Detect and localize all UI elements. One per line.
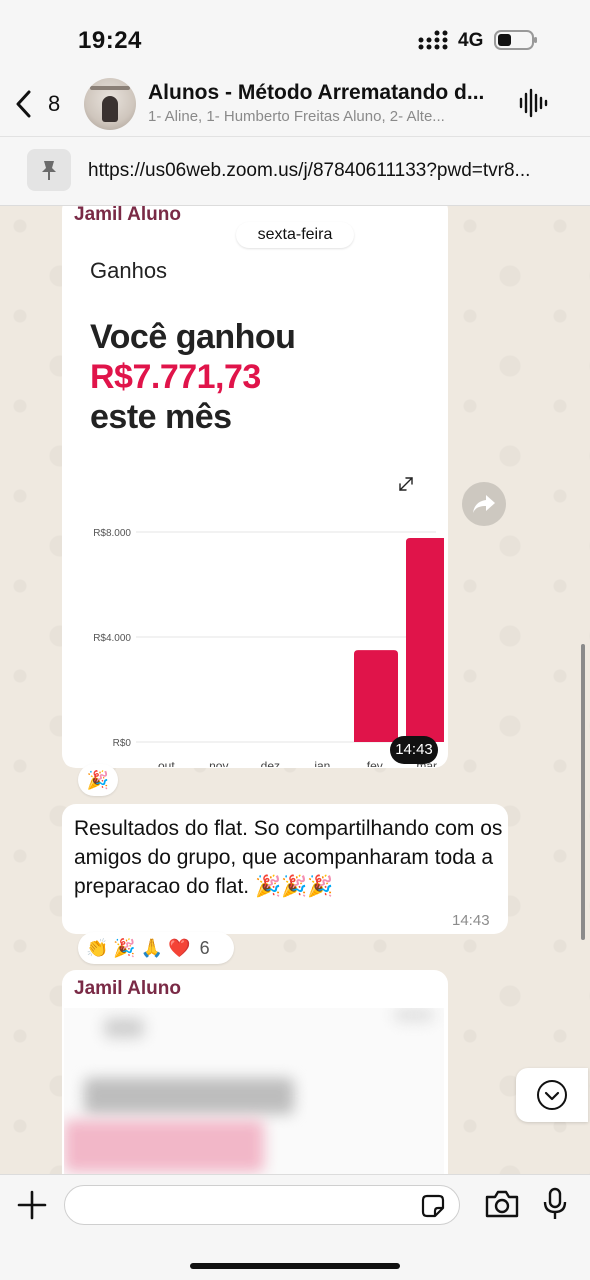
group-avatar[interactable] bbox=[84, 78, 136, 130]
x-tick-label: nov. bbox=[209, 759, 231, 767]
image-time: 14:43 bbox=[395, 741, 433, 758]
chat-area[interactable]: Jamil Aluno Ganhos Você ganhou R$7.771,7… bbox=[0, 206, 590, 1174]
y-tick-label: R$0 bbox=[113, 738, 132, 749]
earnings-line-1: Você ganhou bbox=[90, 318, 296, 356]
earnings-bar-chart: R$0R$4.000R$8.000out.nov.dez.jan.fev.mar… bbox=[93, 528, 444, 767]
chat-subtitle[interactable]: 1- Aline, 1- Humberto Freitas Aluno, 2- … bbox=[148, 108, 496, 125]
blurred-image[interactable] bbox=[64, 1008, 444, 1174]
message-input[interactable] bbox=[64, 1185, 460, 1225]
x-tick-label: dez. bbox=[261, 759, 284, 767]
chevron-down-icon bbox=[537, 1080, 567, 1110]
pin-icon bbox=[42, 161, 56, 180]
expand-icon[interactable] bbox=[398, 476, 414, 492]
unread-count: 8 bbox=[48, 91, 61, 116]
earnings-screenshot[interactable]: Ganhos Você ganhou R$7.771,73 este mês R… bbox=[64, 222, 444, 767]
home-indicator bbox=[190, 1263, 400, 1269]
chart-bar bbox=[406, 537, 444, 742]
camera-icon[interactable] bbox=[484, 1189, 520, 1219]
image-reaction[interactable]: 🎉 bbox=[78, 764, 118, 796]
image-time-chip: 14:43 bbox=[390, 736, 438, 764]
earnings-amount: R$7.771,73 bbox=[90, 358, 261, 396]
reaction-count: 6 bbox=[199, 938, 210, 958]
status-bar: 19:24 4G bbox=[0, 0, 590, 80]
earnings-title: Ganhos bbox=[90, 258, 168, 283]
network-label: 4G bbox=[458, 30, 484, 51]
chat-scrollbar[interactable] bbox=[581, 644, 585, 940]
date-chip: sexta-feira bbox=[236, 222, 354, 248]
reaction-emojis: 👏 🎉 🙏 ❤️ bbox=[86, 938, 191, 958]
sender-name-2: Jamil Aluno bbox=[74, 978, 181, 999]
pin-icon-box bbox=[27, 149, 71, 191]
pinned-url[interactable]: https://us06web.zoom.us/j/87840611133?pw… bbox=[88, 160, 568, 182]
signal-icon bbox=[418, 30, 448, 50]
status-time: 19:24 bbox=[78, 27, 142, 54]
y-tick-label: R$4.000 bbox=[93, 633, 131, 644]
chat-title[interactable]: Alunos - Método Arrematando d... bbox=[148, 81, 508, 105]
y-tick-label: R$8.000 bbox=[93, 528, 131, 539]
battery-icon bbox=[494, 30, 537, 50]
composer-bar bbox=[0, 1174, 590, 1280]
sticker-icon[interactable] bbox=[420, 1193, 446, 1219]
back-button[interactable]: 8 bbox=[14, 88, 64, 118]
scroll-down-button[interactable] bbox=[516, 1068, 588, 1122]
chevron-left-icon bbox=[16, 90, 31, 118]
audio-wave-icon[interactable] bbox=[518, 88, 548, 118]
x-tick-label: jan. bbox=[313, 759, 333, 767]
forward-button[interactable] bbox=[462, 482, 506, 526]
microphone-icon[interactable] bbox=[542, 1187, 568, 1221]
chat-header: 8 Alunos - Método Arrematando d... 1- Al… bbox=[0, 70, 590, 136]
chart-bar bbox=[354, 650, 398, 742]
reaction-emoji: 🎉 bbox=[86, 770, 110, 790]
pinned-message-bar[interactable]: https://us06web.zoom.us/j/87840611133?pw… bbox=[0, 136, 590, 206]
forward-icon bbox=[473, 495, 495, 513]
earnings-line-3: este mês bbox=[90, 398, 232, 436]
x-tick-label: fev. bbox=[367, 759, 385, 767]
plus-icon[interactable] bbox=[16, 1189, 48, 1221]
message-time: 14:43 bbox=[452, 912, 490, 929]
message-reactions[interactable]: 👏 🎉 🙏 ❤️ 6 bbox=[78, 932, 234, 964]
message-text: Resultados do flat. So compartilhando co… bbox=[74, 817, 503, 898]
x-tick-label: out. bbox=[158, 759, 178, 767]
